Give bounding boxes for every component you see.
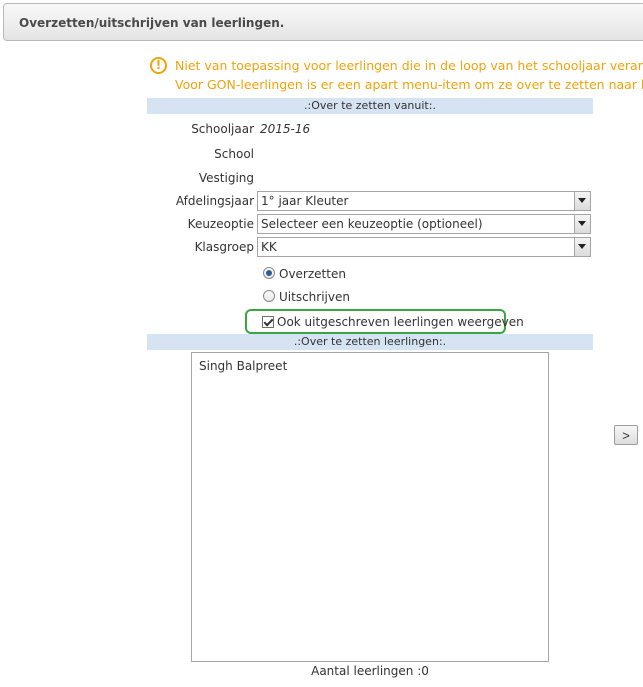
afdelingsjaar-label: Afdelingsjaar xyxy=(175,194,254,208)
students-listbox[interactable]: Singh Balpreet xyxy=(191,352,549,662)
chevron-down-icon[interactable] xyxy=(574,238,590,256)
page: Overzetten/uitschrijven van leerlingen. … xyxy=(0,0,643,687)
schooljaar-value: 2015-16 xyxy=(260,122,311,136)
klasgroep-label: Klasgroep xyxy=(194,240,254,254)
schooljaar-label: Schooljaar xyxy=(191,122,254,136)
school-label: School xyxy=(214,147,254,161)
uitschrijven-radio[interactable] xyxy=(263,290,275,302)
keuzeoptie-select[interactable]: Selecteer een keuzeoptie (optioneel) xyxy=(257,214,591,234)
warning-text-line-2: Voor GON-leerlingen is er een apart menu… xyxy=(175,77,643,92)
student-count: Aantal leerlingen :0 xyxy=(311,664,429,678)
keuzeoptie-label: Keuzeoptie xyxy=(187,217,254,231)
afdelingsjaar-selected-value: 1° jaar Kleuter xyxy=(261,194,349,208)
page-title: Overzetten/uitschrijven van leerlingen. xyxy=(19,16,285,30)
show-unsubscribed-checkbox[interactable] xyxy=(262,316,274,328)
title-bar: Overzetten/uitschrijven van leerlingen. xyxy=(3,3,643,41)
section-header-from: .:Over te zetten vanuit:. xyxy=(147,98,593,114)
list-item[interactable]: Singh Balpreet xyxy=(199,359,287,373)
section-header-students: .:Over te zetten leerlingen:. xyxy=(147,334,593,350)
klasgroep-select[interactable]: KK xyxy=(257,237,591,257)
chevron-down-icon[interactable] xyxy=(574,192,590,210)
warning-icon: ! xyxy=(150,57,167,74)
overzetten-label[interactable]: Overzetten xyxy=(279,267,346,281)
vestiging-label: Vestiging xyxy=(198,171,254,185)
afdelingsjaar-select[interactable]: 1° jaar Kleuter xyxy=(257,191,591,211)
move-right-button[interactable]: > xyxy=(614,425,638,445)
show-unsubscribed-label[interactable]: Ook uitgeschreven leerlingen weergeven xyxy=(277,315,524,329)
warning-text-line-1: Niet van toepassing voor leerlingen die … xyxy=(175,58,643,73)
klasgroep-selected-value: KK xyxy=(261,240,277,254)
overzetten-radio[interactable] xyxy=(263,267,275,279)
chevron-down-icon[interactable] xyxy=(574,215,590,233)
uitschrijven-label[interactable]: Uitschrijven xyxy=(279,290,350,304)
keuzeoptie-selected-value: Selecteer een keuzeoptie (optioneel) xyxy=(261,217,483,231)
